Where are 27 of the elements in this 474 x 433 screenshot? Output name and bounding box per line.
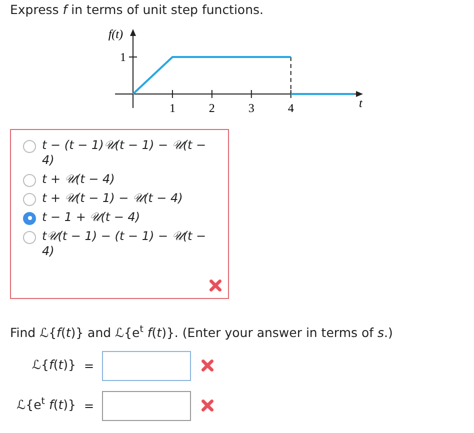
- radio-option[interactable]: t − 1 + 𝒰(t − 4): [23, 210, 216, 225]
- option-text: t + 𝒰(t − 4): [42, 172, 115, 187]
- radio-button[interactable]: [23, 174, 36, 187]
- option-text: t − 1 + 𝒰(t − 4): [42, 210, 140, 225]
- equals-sign: =: [84, 398, 94, 414]
- dashed-line: [290, 56, 292, 94]
- tick-label: 4: [288, 100, 294, 115]
- radio-button[interactable]: [23, 212, 36, 225]
- radio-button[interactable]: [23, 192, 36, 206]
- radio-option[interactable]: t + 𝒰(t − 1) − 𝒰(t − 4): [23, 190, 216, 206]
- axis-label: t: [359, 96, 362, 110]
- option-text: t + 𝒰(t − 1) − 𝒰(t − 4): [42, 190, 183, 206]
- radio-option[interactable]: t + 𝒰(t − 4): [23, 172, 216, 187]
- equals-sign: =: [84, 358, 94, 374]
- answer-field[interactable]: [102, 350, 192, 380]
- prompt-text: Express f in terms of unit step functions.: [9, 1, 264, 19]
- tick-label: 3: [248, 100, 254, 115]
- question-text: Find ℒ{f(t)} and ℒ{e$^{t}$ f(t)}. (Enter your answer in terms of s.): [9, 324, 394, 342]
- answer-label: ℒ{e$^{t}$ f(t)}: [16, 396, 76, 414]
- tick-label: 2: [208, 100, 215, 115]
- answer-field[interactable]: [102, 390, 192, 420]
- axis-label: f(t): [108, 26, 123, 41]
- tick-label: 1: [169, 100, 176, 115]
- radio-button[interactable]: [23, 140, 36, 153]
- answer-label: ℒ{f(t)}: [30, 356, 76, 374]
- tick-label: 1: [120, 50, 126, 64]
- radio-button[interactable]: [23, 230, 36, 244]
